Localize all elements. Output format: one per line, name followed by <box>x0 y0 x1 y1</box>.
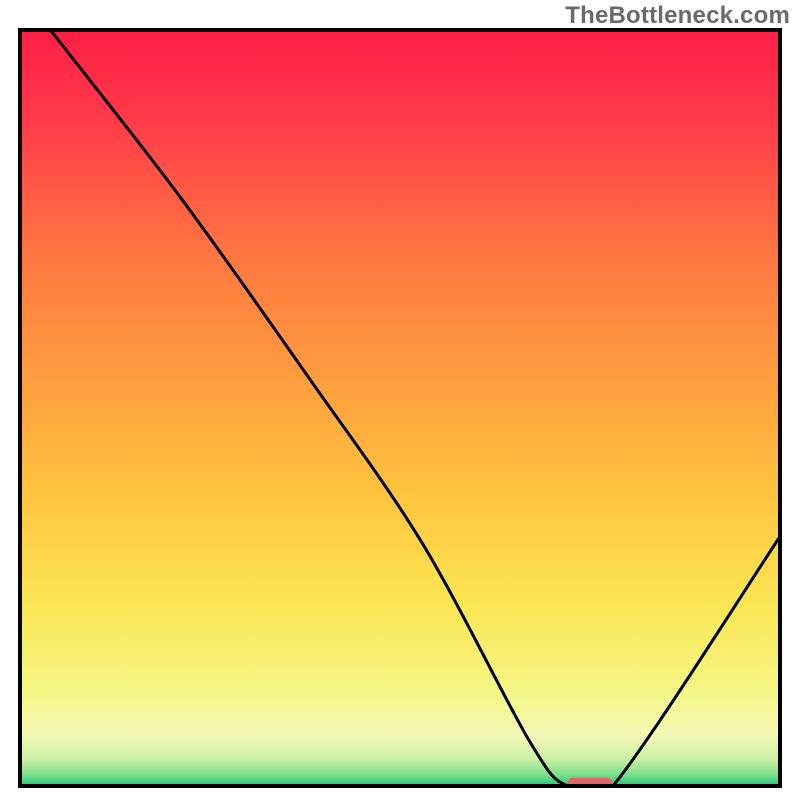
chart-stage: TheBottleneck.com <box>0 0 800 800</box>
gradient-background <box>20 30 780 786</box>
plot-area <box>20 30 780 800</box>
bottleneck-chart <box>0 0 800 800</box>
